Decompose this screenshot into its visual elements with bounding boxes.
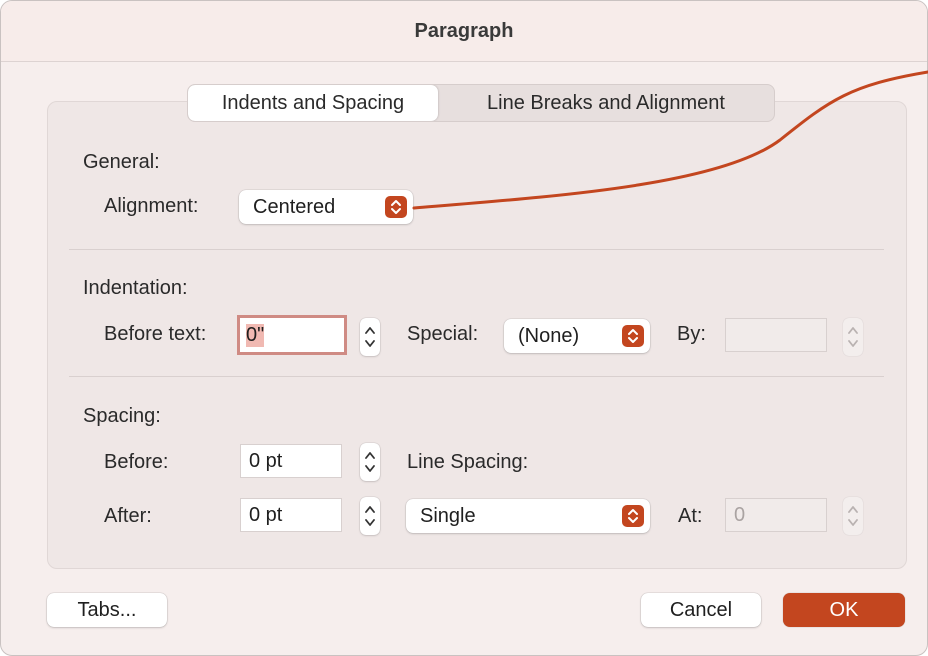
spacing-before-stepper[interactable] [360,443,380,481]
by-field[interactable] [725,318,827,352]
separator-1 [69,249,884,250]
separator-2 [69,376,884,377]
special-popup[interactable]: (None) [504,319,650,353]
stepper-arrows-icon [365,327,375,347]
indentation-heading: Indentation: [83,277,188,299]
spacing-after-field[interactable]: 0 pt [240,498,342,532]
by-label: By: [677,323,706,345]
spacing-before-label: Before: [104,451,169,473]
line-spacing-value: Single [420,504,476,527]
paragraph-dialog: Paragraph Indents and Spacing Line Break… [0,0,928,656]
tabs-button[interactable]: Tabs... [47,593,167,627]
at-label: At: [678,505,703,527]
before-text-label: Before text: [104,323,207,345]
line-spacing-popup[interactable]: Single [406,499,650,533]
stepper-arrows-icon [365,506,375,526]
stepper-arrows-icon [365,452,375,472]
general-heading: General: [83,151,160,173]
stepper-arrows-icon [848,327,858,347]
spacing-before-field[interactable]: 0 pt [240,444,342,478]
stepper-arrows-icon [848,506,858,526]
tab-indents-and-spacing[interactable]: Indents and Spacing [188,85,438,121]
special-label: Special: [407,323,479,345]
tab-line-breaks-and-alignment[interactable]: Line Breaks and Alignment [438,85,774,121]
spacing-after-label: After: [104,505,152,527]
tab-bar: Indents and Spacing Line Breaks and Alig… [187,84,775,122]
alignment-value: Centered [253,195,336,218]
ok-button[interactable]: OK [783,593,905,627]
chevron-up-down-icon [385,196,407,218]
special-value: (None) [518,324,580,347]
alignment-label: Alignment: [104,195,199,217]
spacing-heading: Spacing: [83,405,161,427]
alignment-popup[interactable]: Centered [239,190,413,224]
at-field[interactable]: 0 [725,498,827,532]
before-text-stepper[interactable] [360,318,380,356]
before-text-value: 0" [246,323,265,347]
spacing-after-stepper[interactable] [360,497,380,535]
chevron-up-down-icon [622,505,644,527]
at-stepper[interactable] [843,497,863,535]
line-spacing-label: Line Spacing: [407,451,529,473]
dialog-title: Paragraph [1,1,927,62]
cancel-button[interactable]: Cancel [641,593,761,627]
chevron-up-down-icon [622,325,644,347]
before-text-field[interactable]: 0" [237,315,347,355]
by-stepper[interactable] [843,318,863,356]
